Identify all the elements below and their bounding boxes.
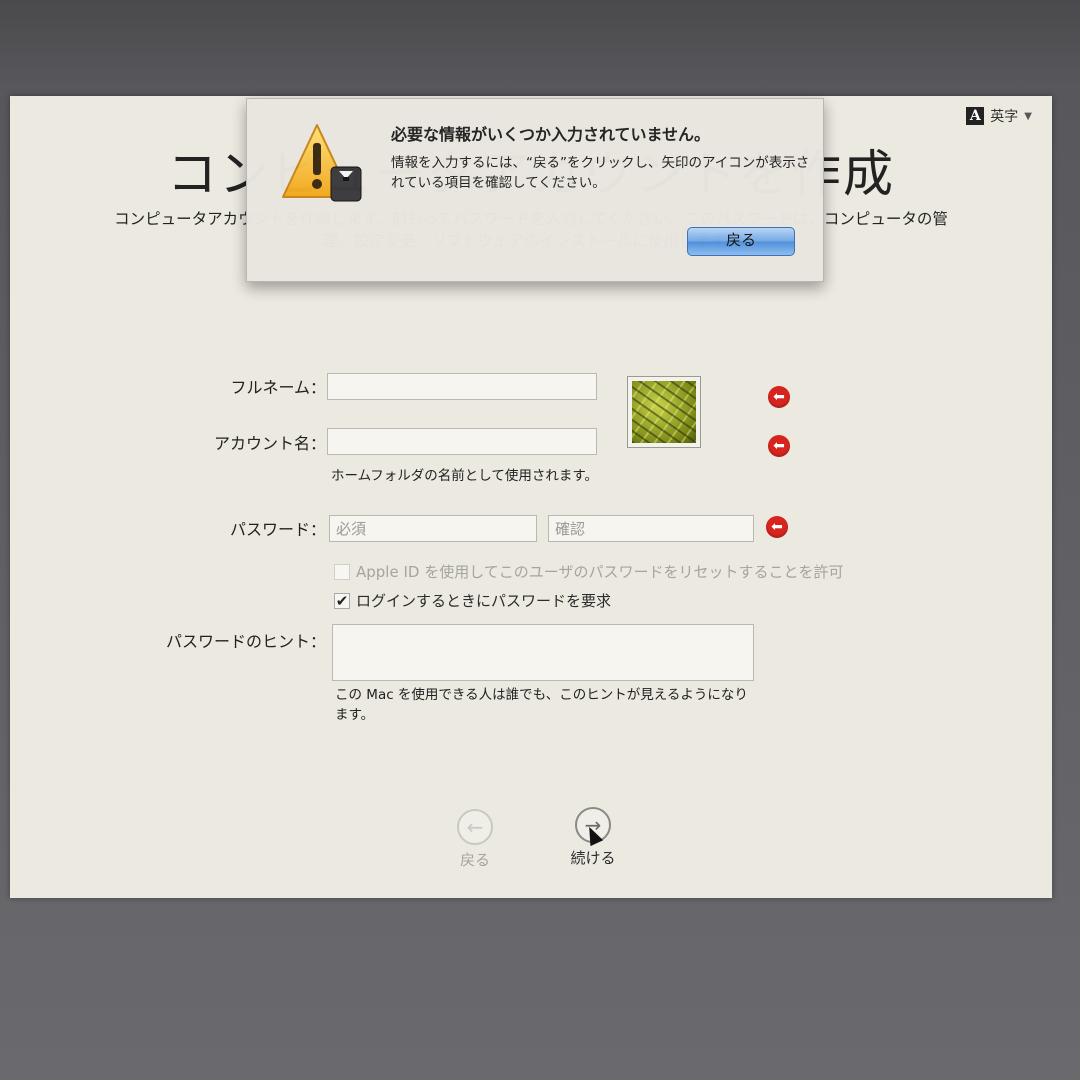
- alert-title: 必要な情報がいくつか入力されていません。: [391, 125, 711, 144]
- apple-id-reset-option[interactable]: Apple ID を使用してこのユーザのパスワードをリセットすることを許可: [334, 561, 843, 582]
- left-arrow-error-icon: ⬅: [768, 435, 790, 457]
- back-button-label: 戻る: [459, 851, 490, 869]
- verify-password-field[interactable]: [548, 515, 754, 542]
- input-menu[interactable]: A 英字 ▼: [966, 106, 1032, 126]
- left-arrow-circle-icon: ←: [457, 809, 493, 845]
- user-picture-well[interactable]: [627, 376, 701, 448]
- password-hint-label: パスワードのヒント：: [165, 632, 326, 651]
- input-source-label: 英字: [990, 109, 1019, 125]
- require-password-checkbox[interactable]: ✔: [334, 592, 350, 609]
- full-name-label: フルネーム：: [230, 378, 326, 397]
- password-hint-note: この Mac を使用できる人は誰でも、このヒントが見えるようになります。: [335, 687, 748, 723]
- user-picture: [632, 381, 696, 443]
- left-arrow-error-icon: ⬅: [768, 386, 790, 408]
- left-arrow-error-icon: ⬅: [766, 516, 788, 538]
- require-password-option[interactable]: ✔ ログインするときにパスワードを要求: [334, 590, 611, 611]
- alert-back-button[interactable]: 戻る: [687, 227, 795, 256]
- account-name-field[interactable]: [327, 428, 597, 455]
- back-button[interactable]: ← 戻る: [435, 809, 515, 870]
- chevron-down-icon: ▼: [1024, 110, 1032, 122]
- password-field[interactable]: [329, 515, 537, 542]
- require-password-label: ログインするときにパスワードを要求: [356, 592, 612, 610]
- apple-id-reset-checkbox[interactable]: [334, 563, 350, 580]
- alert-sheet: 必要な情報がいくつか入力されていません。 情報を入力するには、“戻る”をクリック…: [246, 98, 824, 282]
- password-label: パスワード：: [229, 520, 326, 539]
- account-name-note: ホームフォルダの名前として使用されます。: [331, 468, 599, 484]
- input-source-icon: A: [966, 107, 985, 125]
- continue-button-label: 続ける: [570, 849, 616, 867]
- caution-triangle-icon: [282, 124, 362, 202]
- apple-id-reset-label: Apple ID を使用してこのユーザのパスワードをリセットすることを許可: [356, 563, 844, 581]
- password-hint-field[interactable]: [332, 624, 754, 681]
- full-name-field[interactable]: [327, 373, 597, 400]
- alert-message: 情報を入力するには、“戻る”をクリックし、矢印のアイコンが表示されている項目を確…: [391, 155, 810, 191]
- account-name-label: アカウント名：: [213, 434, 326, 453]
